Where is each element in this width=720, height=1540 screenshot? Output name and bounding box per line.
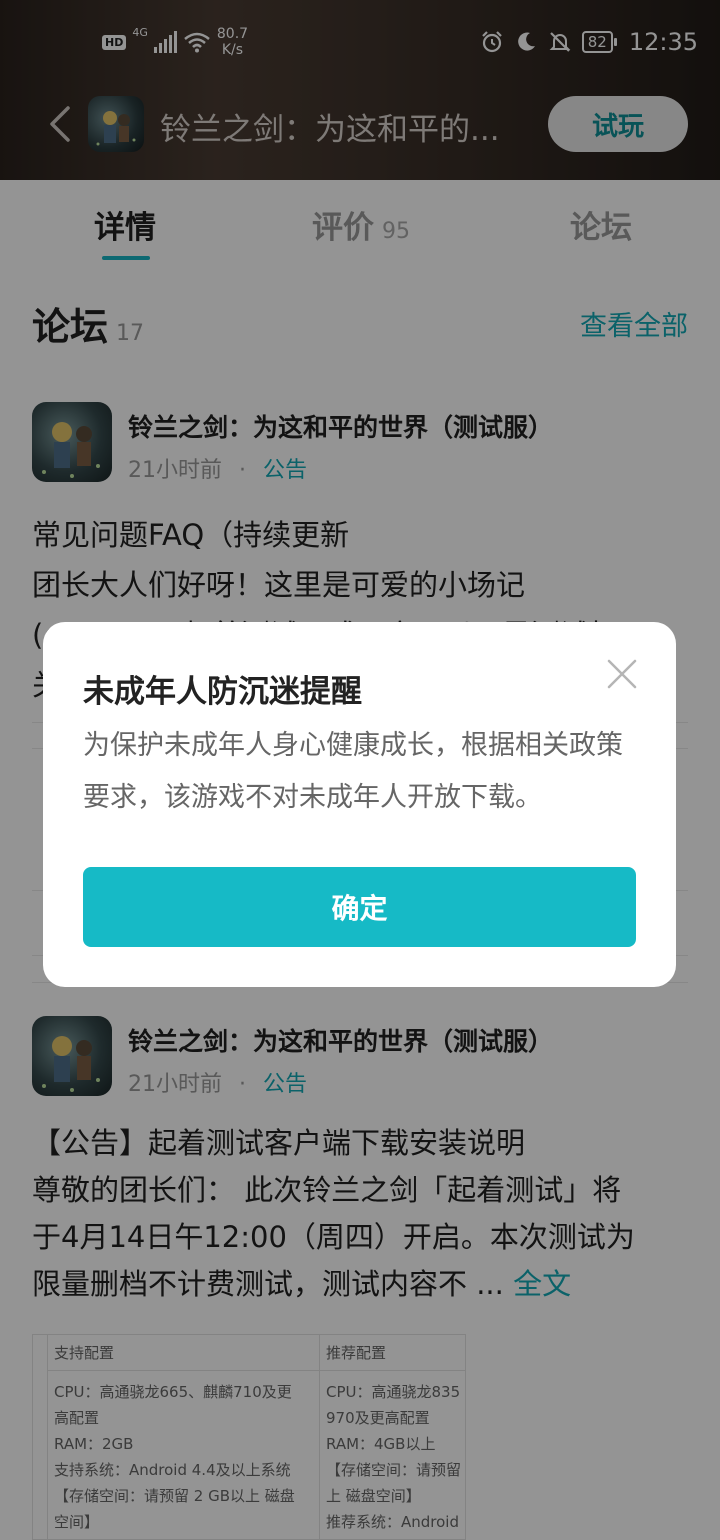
modal-backdrop-top [0, 0, 720, 180]
confirm-button[interactable]: 确定 [83, 867, 636, 947]
close-icon[interactable] [606, 658, 638, 690]
dialog-title: 未成年人防沉迷提醒 [83, 674, 362, 710]
dialog-message: 为保护未成年人身心健康成长，根据相关政策要求，该游戏不对未成年人开放下载。 [83, 730, 623, 813]
anti-addiction-dialog: 未成年人防沉迷提醒 为保护未成年人身心健康成长，根据相关政策要求，该游戏不对未成… [43, 622, 676, 987]
